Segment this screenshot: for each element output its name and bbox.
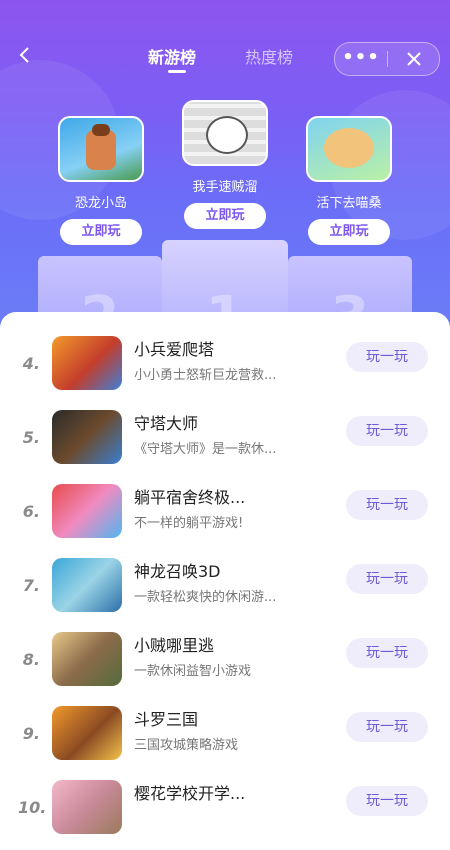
play-now-button[interactable]: 立即玩 xyxy=(184,203,266,229)
game-name: 我手速贼溜 xyxy=(192,180,258,195)
list-item[interactable]: 8. 小贼哪里逃 一款休闲益智小游戏 玩一玩 xyxy=(0,628,450,702)
game-icon xyxy=(52,336,122,390)
rank-number: 4. xyxy=(22,354,40,373)
rank-number: 9. xyxy=(22,724,40,743)
back-button[interactable] xyxy=(14,44,36,66)
play-button[interactable]: 玩一玩 xyxy=(346,712,428,742)
game-title: 樱花学校开学... xyxy=(134,784,246,803)
list-item[interactable]: 10. 樱花学校开学... 玩一玩 xyxy=(0,776,450,850)
list-item[interactable]: 7. 神龙召唤3D 一款轻松爽快的休闲游... 玩一玩 xyxy=(0,554,450,628)
game-desc: 不一样的躺平游戏! xyxy=(134,516,244,531)
rank-number: 8. xyxy=(22,650,40,669)
chevron-left-icon xyxy=(19,47,29,63)
play-button[interactable]: 玩一玩 xyxy=(346,342,428,372)
game-icon xyxy=(52,558,122,612)
game-title: 小贼哪里逃 xyxy=(134,636,215,655)
game-desc: 一款轻松爽快的休闲游... xyxy=(134,590,277,605)
list-item[interactable]: 4. 小兵爱爬塔 小小勇士怒斩巨龙营救... 玩一玩 xyxy=(0,332,450,406)
game-name: 恐龙小岛 xyxy=(74,196,127,211)
game-thumbnail xyxy=(306,116,392,182)
rank-number: 10. xyxy=(18,798,47,817)
list-item[interactable]: 9. 斗罗三国 三国攻城策略游戏 玩一玩 xyxy=(0,702,450,776)
game-name: 活下去喵桑 xyxy=(316,196,382,211)
ranking-list: 4. 小兵爱爬塔 小小勇士怒斩巨龙营救... 玩一玩 5. 守塔大师 《守塔大师… xyxy=(0,312,450,834)
rank-number: 7. xyxy=(22,576,40,595)
ranking-hero: 新游榜 热度榜 ••• 2 1 3 恐龙小岛 立即玩 我手速贼溜 立即玩 xyxy=(0,0,450,340)
close-icon xyxy=(406,52,421,66)
game-title: 躺平宿舍终极... xyxy=(134,488,246,507)
tab-indicator xyxy=(168,70,186,73)
game-title: 守塔大师 xyxy=(134,414,199,433)
game-title: 神龙召唤3D xyxy=(134,562,221,581)
game-desc: 小小勇士怒斩巨龙营救... xyxy=(134,368,277,383)
play-button[interactable]: 玩一玩 xyxy=(346,786,428,816)
play-button[interactable]: 玩一玩 xyxy=(346,564,428,594)
close-button[interactable] xyxy=(388,43,439,75)
game-icon xyxy=(52,484,122,538)
game-desc: 三国攻城策略游戏 xyxy=(134,738,239,753)
game-thumbnail xyxy=(182,100,268,166)
game-title: 小兵爱爬塔 xyxy=(134,340,215,359)
play-button[interactable]: 玩一玩 xyxy=(346,490,428,520)
game-desc: 一款休闲益智小游戏 xyxy=(134,664,252,679)
list-item[interactable]: 5. 守塔大师 《守塔大师》是一款休... 玩一玩 xyxy=(0,406,450,480)
rank-number: 6. xyxy=(22,502,40,521)
game-icon xyxy=(52,780,122,834)
game-icon xyxy=(52,632,122,686)
rank-number: 5. xyxy=(22,428,40,447)
tab-new-games[interactable]: 新游榜 xyxy=(148,44,196,68)
play-button[interactable]: 玩一玩 xyxy=(346,416,428,446)
top-game-2[interactable]: 恐龙小岛 立即玩 xyxy=(56,116,146,245)
more-button[interactable]: ••• xyxy=(335,43,387,75)
game-icon xyxy=(52,410,122,464)
play-now-button[interactable]: 立即玩 xyxy=(308,219,390,245)
game-title: 斗罗三国 xyxy=(134,710,199,729)
top-game-1[interactable]: 我手速贼溜 立即玩 xyxy=(180,100,270,229)
list-item[interactable]: 6. 躺平宿舍终极... 不一样的躺平游戏! 玩一玩 xyxy=(0,480,450,554)
play-now-button[interactable]: 立即玩 xyxy=(60,219,142,245)
game-icon xyxy=(52,706,122,760)
game-thumbnail xyxy=(58,116,144,182)
tab-hot-games[interactable]: 热度榜 xyxy=(245,44,293,68)
top-game-3[interactable]: 活下去喵桑 立即玩 xyxy=(304,116,394,245)
play-button[interactable]: 玩一玩 xyxy=(346,638,428,668)
mini-program-capsule: ••• xyxy=(334,42,440,76)
game-desc: 《守塔大师》是一款休... xyxy=(134,442,277,457)
